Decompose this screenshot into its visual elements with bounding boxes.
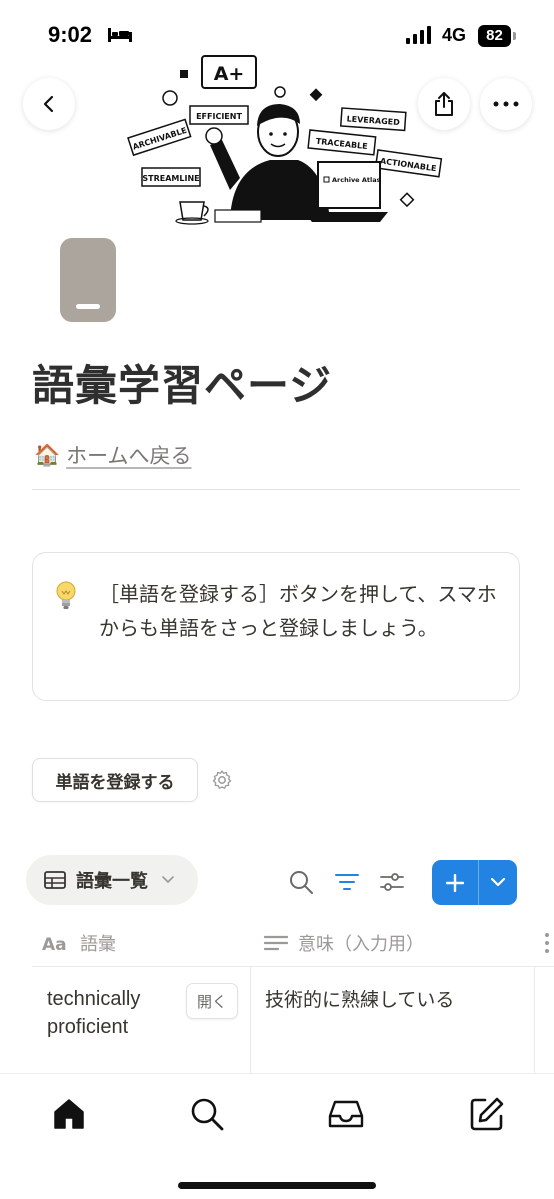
view-tab-vocabulary[interactable]: 語彙一覧 [26,855,198,905]
callout-text: ［単語を登録する］ボタンを押して、スマホからも単語をさっと登録しましょう。 [99,582,497,640]
divider [32,489,520,490]
open-row-button[interactable]: 開く [186,983,238,1019]
back-button[interactable] [23,78,75,130]
column-header-term[interactable]: Aa 語彙 [42,920,116,966]
callout: ［単語を登録する］ボタンを押して、スマホからも単語をさっと登録しましょう。 [32,552,520,701]
inbox-icon[interactable] [328,1096,364,1132]
column-header-label: 意味（入力用） [298,934,424,955]
view-tab-label: 語彙一覧 [76,871,148,892]
column-header-label: 語彙 [80,934,116,955]
more-options-button[interactable] [480,78,532,130]
meaning-cell[interactable]: 技術的に熟練している [265,985,454,1012]
svg-text:STREAMLINE: STREAMLINE [142,174,199,183]
chevron-down-icon [491,878,505,887]
share-icon [435,92,453,116]
network-type: 4G [442,25,467,45]
home-indicator [178,1182,376,1189]
home-link-label: ホームへ戻る [66,444,192,468]
add-entry-button[interactable] [432,860,478,905]
table-header: Aa 語彙 意味（入力用） [32,920,554,966]
battery-level: 82 [478,25,511,47]
title-icon: Aa [42,935,67,952]
chevron-down-icon [162,876,174,884]
home-link[interactable]: 🏠 ホームへ戻る [34,440,192,470]
column-header-meaning[interactable]: 意味（入力用） [264,920,424,966]
search-icon[interactable] [288,869,314,895]
new-entry-button[interactable] [432,860,517,905]
svg-text:A+: A+ [214,63,245,85]
battery-icon: 82 [478,25,516,47]
chevron-left-icon [43,95,54,113]
svg-text:EFFICIENT: EFFICIENT [196,112,242,121]
plus-icon [446,873,464,892]
term-cell[interactable]: technically proficient [47,985,187,1041]
table-icon [44,871,66,889]
status-time: 9:02 [48,22,93,47]
lightbulb-icon [56,581,76,609]
page-icon[interactable] [60,238,116,322]
sliders-icon[interactable] [379,869,405,895]
search-icon[interactable] [189,1096,225,1132]
svg-text:Aa: Aa [42,935,67,952]
new-entry-dropdown[interactable] [479,860,517,905]
bed-icon [108,28,132,42]
filter-icon[interactable] [334,869,360,895]
page-title: 語彙学習ページ [32,361,333,410]
more-vertical-icon[interactable] [544,932,550,954]
register-word-button[interactable]: 単語を登録する [32,758,198,802]
bottom-navigation [0,1073,554,1199]
text-icon [264,935,288,951]
cellular-signal-icon [406,26,431,44]
compose-icon[interactable] [469,1096,505,1132]
svg-text:Archive Atlas: Archive Atlas [332,176,381,184]
cover-illustration: A+ EFFICIENT ARCHIVABLE STREAMLINE LEVER… [127,55,443,225]
share-button[interactable] [418,78,470,130]
gear-icon[interactable] [211,769,233,791]
table-row[interactable]: technically proficient 開く 技術的に熟練している [32,967,554,1073]
house-icon: 🏠 [34,442,61,467]
home-icon[interactable] [51,1096,87,1132]
more-horizontal-icon [493,101,519,107]
